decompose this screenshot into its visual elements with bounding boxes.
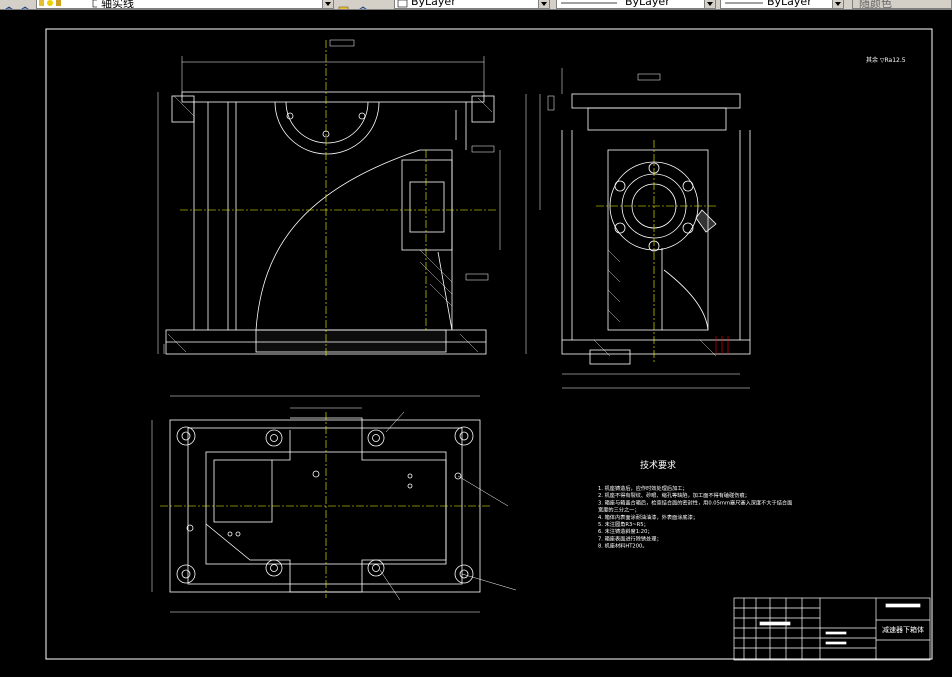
side-view — [525, 68, 751, 389]
color-value: ByLayer — [411, 0, 456, 8]
tech-lines: 1. 机座铸造后，应作时效处理后加工；2. 机座不得有裂纹、砂眼、缩孔等缺陷，加… — [598, 484, 792, 550]
layer-manager-icon[interactable] — [2, 0, 16, 9]
layer-previous-icon[interactable] — [356, 0, 370, 9]
layer-name: 轴实线 — [101, 0, 134, 9]
tech-title: 技术要求 — [640, 459, 676, 471]
top-center-lines — [160, 412, 490, 598]
properties-toolbar: 轴实线 ByLayer ByLayer ByLayer 随颜色 — [0, 0, 952, 10]
title-block: 减速器下箱体 — [733, 597, 931, 661]
chevron-down-icon[interactable] — [832, 0, 843, 8]
roughness-note: 其余 ▽Ra12.5 — [866, 56, 906, 64]
lineweight-control[interactable]: ByLayer — [720, 0, 844, 9]
chevron-down-icon[interactable] — [322, 0, 333, 8]
tech-line: 7. 箱座表面进行除锈处理； — [598, 534, 662, 542]
roughness-label: 其余 ▽Ra12.5 — [866, 56, 906, 64]
tech-line: 1. 机座铸造后，应作时效处理后加工； — [598, 484, 688, 492]
chevron-down-icon[interactable] — [704, 0, 715, 8]
layer-dropdown[interactable]: 轴实线 — [36, 0, 334, 9]
drawing-frame — [45, 28, 933, 660]
front-view — [157, 39, 501, 355]
layer-state-icon[interactable] — [18, 0, 32, 9]
plotstyle-control[interactable]: 随颜色 — [852, 0, 952, 9]
side-hidden-red — [715, 336, 729, 354]
make-current-icon[interactable] — [338, 0, 352, 9]
linetype-control[interactable]: ByLayer — [556, 0, 716, 9]
tech-line: 3. 箱座与箱盖合箱后，检查结合面的密封性，用0.05mm塞尺塞入深度不大于结合… — [598, 498, 792, 506]
drawing-canvas[interactable]: 其余 ▽Ra12.5 技术要求 1. 机座铸造后，应作时效处理后加工； 2. 机… — [0, 10, 952, 677]
tech-line: 6. 未注铸造斜度1:20； — [598, 527, 653, 535]
tech-requirements: 技术要求 1. 机座铸造后，应作时效处理后加工；2. 机座不得有裂纹、砂眼、缩孔… — [598, 459, 792, 550]
linetype-value: ByLayer — [625, 0, 670, 8]
lineweight-value: ByLayer — [767, 0, 812, 8]
tech-line: 2. 机座不得有裂纹、砂眼、缩孔等缺陷，加工面不得有磕碰伤痕； — [598, 491, 750, 499]
top-view — [151, 395, 517, 613]
tech-line: 宽度的三分之一； — [598, 506, 640, 514]
color-control[interactable]: ByLayer — [394, 0, 550, 9]
tech-line: 8. 机座材料HT200。 — [598, 542, 648, 550]
tech-line: 5. 未注圆角R3~R5； — [598, 520, 649, 528]
tech-line: 4. 箱体内表面涂耐油油漆，外表面涂底漆； — [598, 513, 698, 521]
title-block-name: 减速器下箱体 — [882, 625, 924, 634]
plotstyle-value: 随颜色 — [859, 0, 892, 9]
chevron-down-icon[interactable] — [538, 0, 549, 8]
